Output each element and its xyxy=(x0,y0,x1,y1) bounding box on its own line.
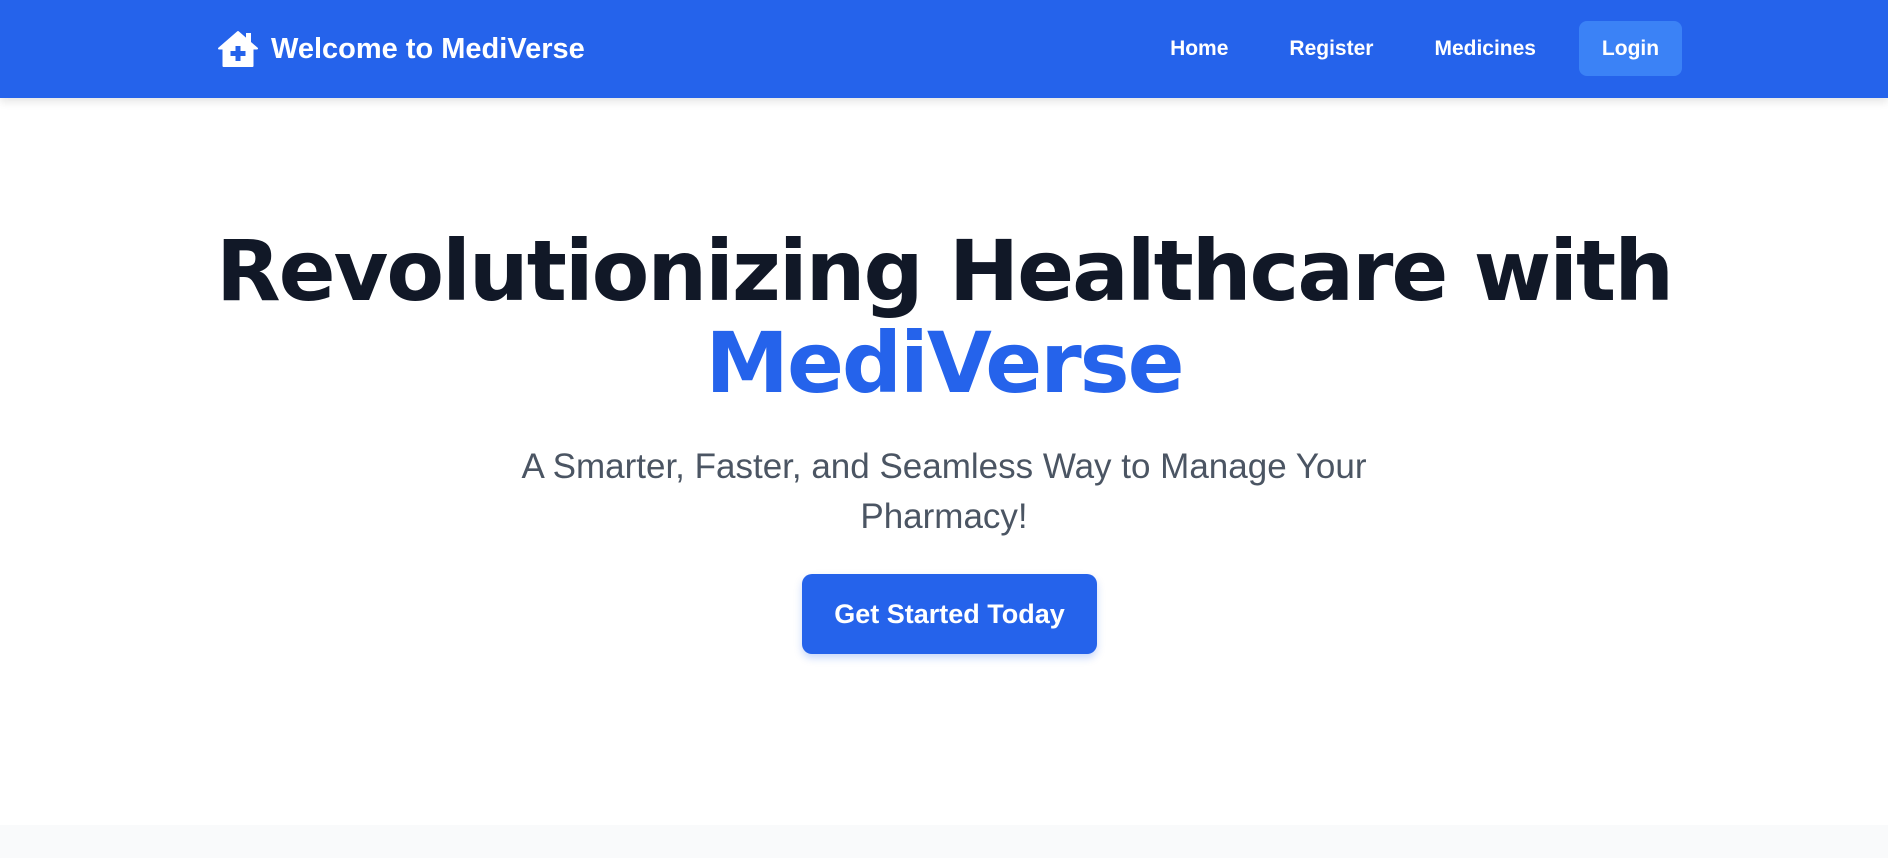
brand-link[interactable]: Welcome to MediVerse xyxy=(217,28,585,70)
home-medical-icon xyxy=(218,31,258,67)
next-section xyxy=(0,825,1888,858)
hero-headline: Revolutionizing Healthcare with MediVers… xyxy=(0,225,1888,409)
hero-section: Revolutionizing Healthcare with MediVers… xyxy=(0,98,1888,825)
top-navbar: Welcome to MediVerse Home Register Medic… xyxy=(0,0,1888,98)
get-started-button[interactable]: Get Started Today xyxy=(802,574,1097,654)
main-nav: Home Register Medicines Login xyxy=(1170,21,1682,76)
hero-headline-text: Revolutionizing Healthcare with xyxy=(216,222,1674,320)
nav-link-medicines[interactable]: Medicines xyxy=(1434,37,1536,61)
nav-link-register[interactable]: Register xyxy=(1289,37,1373,61)
hero-headline-brand: MediVerse xyxy=(705,314,1184,412)
login-button[interactable]: Login xyxy=(1579,21,1682,76)
brand-title: Welcome to MediVerse xyxy=(271,32,585,65)
hero-subtitle: A Smarter, Faster, and Seamless Way to M… xyxy=(521,447,1367,536)
nav-link-home[interactable]: Home xyxy=(1170,37,1228,61)
